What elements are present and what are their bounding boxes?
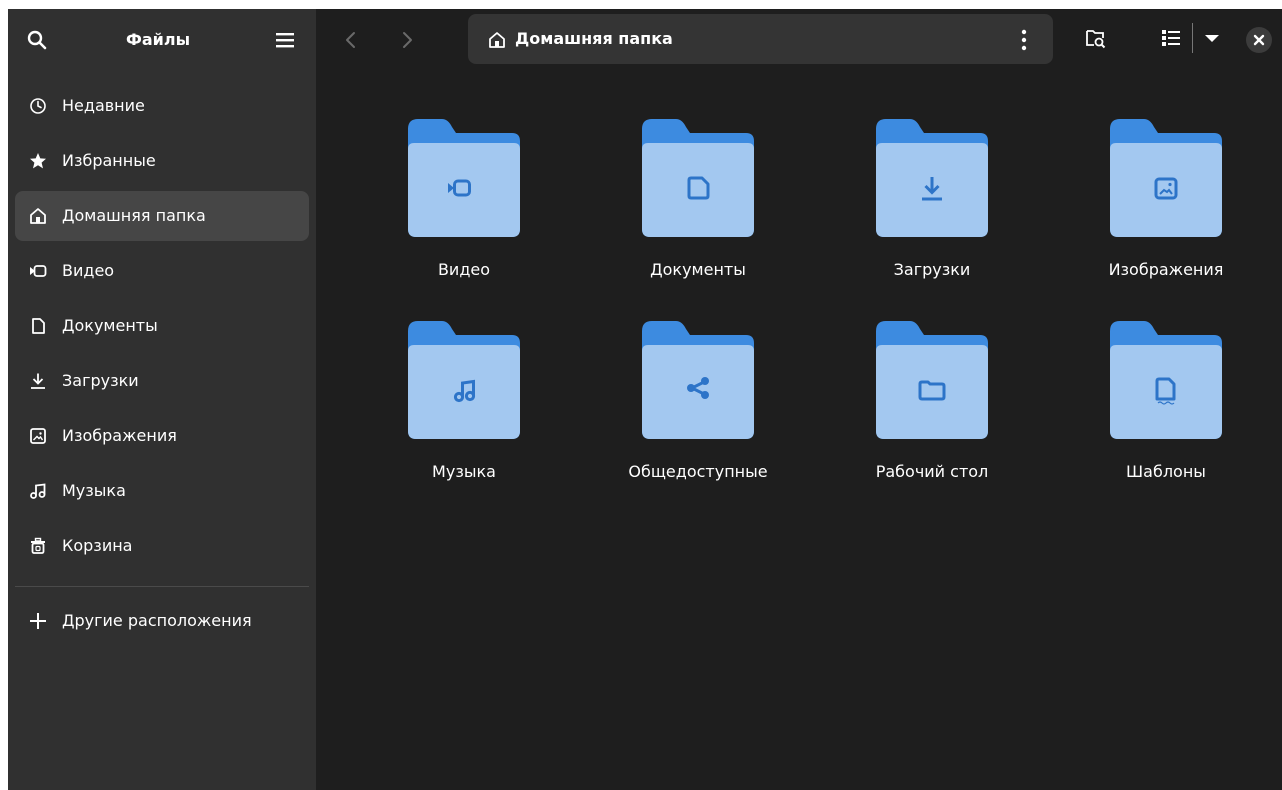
sidebar-item-label: Документы xyxy=(62,316,158,335)
sidebar-item-starred[interactable]: Избранные xyxy=(15,136,309,186)
search-folder-button[interactable] xyxy=(1084,27,1106,49)
folder-icon xyxy=(1110,321,1222,439)
sidebar-item-downloads[interactable]: Загрузки xyxy=(15,356,309,406)
video-icon xyxy=(30,265,47,277)
path-bar[interactable]: Домашняя папка xyxy=(468,14,1053,64)
sidebar-item-trash[interactable]: Корзина xyxy=(15,521,309,571)
sidebar-item-documents[interactable]: Документы xyxy=(15,301,309,351)
sidebar-header: Файлы xyxy=(8,9,316,73)
sidebar-item-label: Видео xyxy=(62,261,115,280)
folder-documents[interactable]: Документы xyxy=(608,73,788,279)
hamburger-menu-icon[interactable] xyxy=(274,29,296,51)
document-icon xyxy=(32,318,45,334)
trash-icon xyxy=(31,537,45,554)
folder-icon xyxy=(408,321,520,439)
chevron-down-icon[interactable] xyxy=(1202,27,1222,49)
folder-icon xyxy=(642,321,754,439)
view-toggle-separator xyxy=(1192,23,1193,53)
sidebar-item-videos[interactable]: Видео xyxy=(15,246,309,296)
folder-pictures[interactable]: Изображения xyxy=(1076,73,1256,279)
folder-templates[interactable]: Шаблоны xyxy=(1076,275,1256,481)
folder-grid: Видео Документы Загрузки Изображения Муз… xyxy=(316,73,1282,790)
star-icon xyxy=(30,153,46,169)
back-button[interactable] xyxy=(338,27,364,53)
sidebar-item-other-locations[interactable]: Другие расположения xyxy=(15,596,309,646)
folder-name: Шаблоны xyxy=(1126,462,1206,481)
folder-icon xyxy=(876,119,988,237)
sidebar-item-label: Недавние xyxy=(62,96,145,115)
folder-public[interactable]: Общедоступные xyxy=(608,275,788,481)
forward-button[interactable] xyxy=(394,27,420,53)
image-icon xyxy=(30,428,46,444)
sidebar-item-home[interactable]: Домашняя папка xyxy=(15,191,309,241)
folder-videos[interactable]: Видео xyxy=(374,73,554,279)
sidebar-item-label: Корзина xyxy=(62,536,133,555)
sidebar-item-label: Другие расположения xyxy=(62,611,252,630)
folder-name: Музыка xyxy=(432,462,496,481)
folder-icon xyxy=(1110,119,1222,237)
sidebar: Файлы Недавние Избранные Домашняя папка … xyxy=(8,9,316,790)
folder-music[interactable]: Музыка xyxy=(374,275,554,481)
sidebar-item-label: Изображения xyxy=(62,426,177,445)
close-icon xyxy=(1253,34,1265,46)
folder-name: Общедоступные xyxy=(628,462,768,481)
folder-icon xyxy=(642,119,754,237)
sidebar-item-label: Избранные xyxy=(62,151,156,170)
sidebar-item-label: Домашняя папка xyxy=(62,206,206,225)
music-icon xyxy=(30,483,46,499)
home-icon xyxy=(489,32,505,48)
sidebar-item-label: Музыка xyxy=(62,481,126,500)
list-view-icon[interactable] xyxy=(1160,27,1182,49)
sidebar-separator xyxy=(15,586,309,587)
clock-icon xyxy=(30,98,46,114)
current-location-label: Домашняя папка xyxy=(515,29,673,48)
folder-icon xyxy=(408,119,520,237)
plus-icon xyxy=(30,613,46,629)
app-title: Файлы xyxy=(125,30,191,49)
home-icon xyxy=(30,208,46,224)
sidebar-item-pictures[interactable]: Изображения xyxy=(15,411,309,461)
folder-desktop[interactable]: Рабочий стол xyxy=(842,275,1022,481)
file-manager-window: Файлы Недавние Избранные Домашняя папка … xyxy=(8,9,1282,790)
sidebar-item-label: Загрузки xyxy=(62,371,139,390)
sidebar-item-music[interactable]: Музыка xyxy=(15,466,309,516)
more-options-icon[interactable] xyxy=(1020,28,1028,52)
folder-name: Рабочий стол xyxy=(875,462,989,481)
close-button[interactable] xyxy=(1246,27,1272,53)
download-icon xyxy=(31,373,45,389)
sidebar-item-recent[interactable]: Недавние xyxy=(15,81,309,131)
folder-icon xyxy=(876,321,988,439)
folder-downloads[interactable]: Загрузки xyxy=(842,73,1022,279)
search-icon[interactable] xyxy=(26,29,48,51)
